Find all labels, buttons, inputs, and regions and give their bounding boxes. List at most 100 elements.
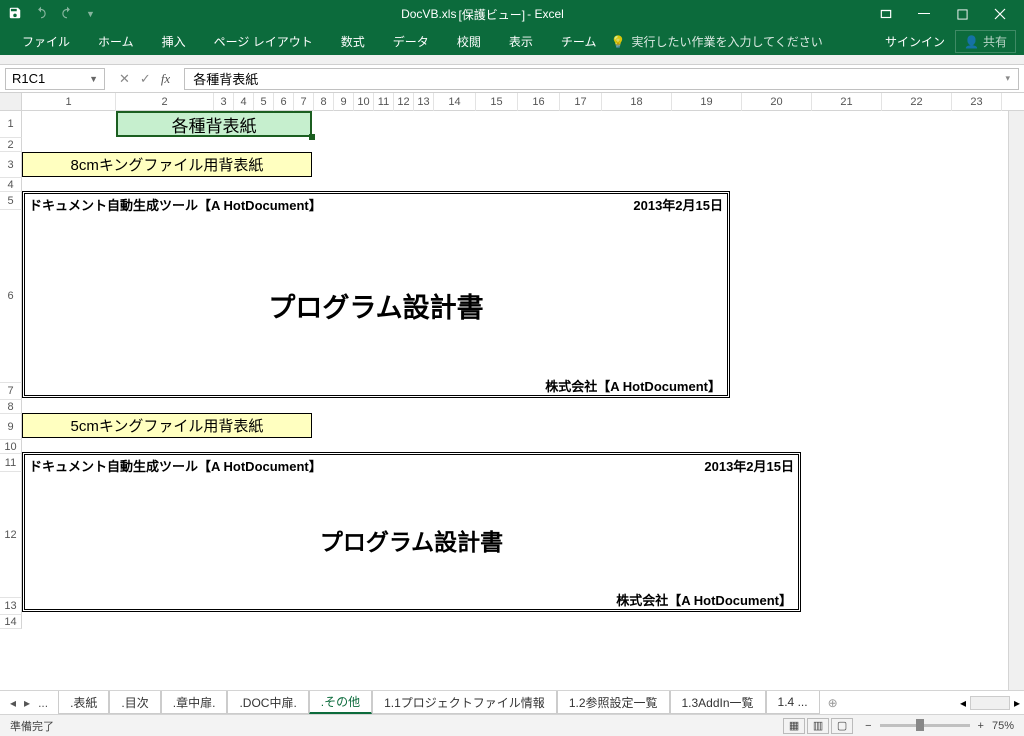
col-header[interactable]: 21 — [812, 93, 882, 111]
col-header[interactable]: 12 — [394, 93, 414, 111]
zoom-in-icon[interactable]: + — [978, 720, 984, 732]
col-header[interactable]: 9 — [334, 93, 354, 111]
ribbon-display-icon[interactable] — [870, 3, 902, 25]
share-button[interactable]: 👤 共有 — [955, 30, 1016, 53]
scroll-right-icon[interactable]: ▸ — [1014, 696, 1020, 710]
col-header[interactable]: 1 — [22, 93, 116, 111]
tab-nav-ellipsis[interactable]: ... — [38, 696, 48, 710]
row-header[interactable]: 8 — [0, 400, 22, 414]
col-header[interactable]: 11 — [374, 93, 394, 111]
selection-handle[interactable] — [309, 134, 315, 140]
chevron-down-icon[interactable]: ▼ — [89, 74, 98, 84]
tab-view[interactable]: 表示 — [495, 28, 547, 55]
row-header[interactable]: 7 — [0, 383, 22, 400]
signin-link[interactable]: サインイン — [885, 33, 945, 50]
tab-review[interactable]: 校閲 — [443, 28, 495, 55]
col-header[interactable]: 6 — [274, 93, 294, 111]
zoom-out-icon[interactable]: − — [865, 720, 871, 732]
cells-canvas[interactable]: 各種背表紙 8cmキングファイル用背表紙 ドキュメント自動生成ツール【A Hot… — [22, 111, 1008, 690]
normal-view-icon[interactable]: ▦ — [783, 718, 805, 734]
save-icon[interactable] — [8, 6, 22, 23]
tab-team[interactable]: チーム — [547, 28, 611, 55]
sheet-tab[interactable]: .その他 — [309, 691, 372, 714]
undo-icon[interactable] — [34, 6, 48, 23]
doc-box-8cm[interactable]: ドキュメント自動生成ツール【A HotDocument】 2013年2月15日 … — [22, 191, 730, 398]
row-header[interactable]: 11 — [0, 454, 22, 472]
row-header[interactable]: 1 — [0, 111, 22, 138]
row-header[interactable]: 10 — [0, 440, 22, 454]
tab-layout[interactable]: ページ レイアウト — [200, 28, 327, 55]
col-header[interactable]: 20 — [742, 93, 812, 111]
tab-data[interactable]: データ — [379, 28, 443, 55]
redo-icon[interactable] — [60, 6, 74, 23]
col-header[interactable]: 15 — [476, 93, 518, 111]
minimize-icon[interactable] — [908, 3, 940, 25]
col-header[interactable]: 19 — [672, 93, 742, 111]
col-header[interactable]: 7 — [294, 93, 314, 111]
col-header[interactable]: 8 — [314, 93, 334, 111]
row-header[interactable]: 13 — [0, 598, 22, 615]
row-header[interactable]: 6 — [0, 210, 22, 383]
tell-me[interactable]: 💡 実行したい作業を入力してください — [610, 33, 822, 50]
row-header[interactable]: 9 — [0, 414, 22, 440]
tab-insert[interactable]: 挿入 — [148, 28, 200, 55]
close-icon[interactable] — [984, 3, 1016, 25]
maximize-icon[interactable] — [946, 3, 978, 25]
zoom-level[interactable]: 75% — [992, 720, 1014, 732]
doc-box-5cm[interactable]: ドキュメント自動生成ツール【A HotDocument】 2013年2月15日 … — [22, 452, 801, 612]
tab-formula[interactable]: 数式 — [327, 28, 379, 55]
select-all-corner[interactable] — [0, 93, 22, 110]
col-header[interactable]: 17 — [560, 93, 602, 111]
scroll-left-icon[interactable]: ◂ — [960, 696, 966, 710]
cell-title[interactable]: 各種背表紙 — [116, 111, 312, 137]
name-box[interactable]: R1C1▼ — [5, 68, 105, 90]
page-layout-view-icon[interactable]: ▥ — [807, 718, 829, 734]
window-controls — [870, 3, 1024, 25]
row-header[interactable]: 4 — [0, 178, 22, 192]
col-header[interactable]: 16 — [518, 93, 560, 111]
cell-sub5[interactable]: 5cmキングファイル用背表紙 — [22, 413, 312, 438]
enter-icon[interactable]: ✓ — [140, 71, 151, 87]
sheet-tab[interactable]: 1.1プロジェクトファイル情報 — [372, 691, 557, 714]
row-header[interactable]: 2 — [0, 138, 22, 152]
fx-icon[interactable]: fx — [161, 71, 170, 87]
cell-sub8[interactable]: 8cmキングファイル用背表紙 — [22, 152, 312, 177]
sheet-tab[interactable]: .表紙 — [58, 691, 109, 714]
col-header[interactable]: 10 — [354, 93, 374, 111]
qat-dropdown-icon[interactable]: ▼ — [86, 9, 95, 19]
horizontal-scrollbar[interactable]: ◂ ▸ — [846, 696, 1024, 710]
col-header[interactable]: 22 — [882, 93, 952, 111]
sheet-tab[interactable]: 1.3AddIn一覧 — [670, 691, 766, 714]
page-break-view-icon[interactable]: ▢ — [831, 718, 853, 734]
col-header[interactable]: 23 — [952, 93, 1002, 111]
row-header[interactable]: 14 — [0, 615, 22, 629]
col-header[interactable]: 18 — [602, 93, 672, 111]
sheet-tab[interactable]: .目次 — [109, 691, 160, 714]
sheet-tab[interactable]: .DOC中扉. — [227, 691, 308, 714]
row-header[interactable]: 3 — [0, 152, 22, 178]
doc-tool-label: ドキュメント自動生成ツール【A HotDocument】 — [29, 195, 322, 214]
sheet-tab[interactable]: 1.4 ... — [766, 691, 820, 714]
col-header[interactable]: 14 — [434, 93, 476, 111]
vertical-scrollbar[interactable] — [1008, 111, 1024, 690]
row-header[interactable]: 5 — [0, 192, 22, 210]
expand-icon[interactable]: ▾ — [1005, 73, 1010, 84]
zoom-slider[interactable] — [880, 724, 970, 727]
tab-file[interactable]: ファイル — [8, 28, 84, 55]
tab-nav-first-icon[interactable]: ◂ — [10, 696, 16, 710]
tab-home[interactable]: ホーム — [84, 28, 148, 55]
tab-nav-prev-icon[interactable]: ▸ — [24, 696, 30, 710]
window-title: DocVB.xls [保護ビュー] - Excel — [95, 6, 870, 23]
sheet-tab[interactable]: .章中扉. — [161, 691, 228, 714]
sheet-tab[interactable]: 1.2参照設定一覧 — [557, 691, 670, 714]
zoom-control: − + 75% — [865, 720, 1014, 732]
col-header[interactable]: 4 — [234, 93, 254, 111]
col-header[interactable]: 3 — [214, 93, 234, 111]
row-header[interactable]: 12 — [0, 472, 22, 598]
formula-input[interactable]: 各種背表紙 ▾ — [184, 68, 1019, 90]
add-sheet-icon[interactable]: ⊕ — [820, 691, 846, 714]
col-header[interactable]: 13 — [414, 93, 434, 111]
cancel-icon[interactable]: ✕ — [119, 71, 130, 87]
col-header[interactable]: 5 — [254, 93, 274, 111]
col-header[interactable]: 2 — [116, 93, 214, 111]
